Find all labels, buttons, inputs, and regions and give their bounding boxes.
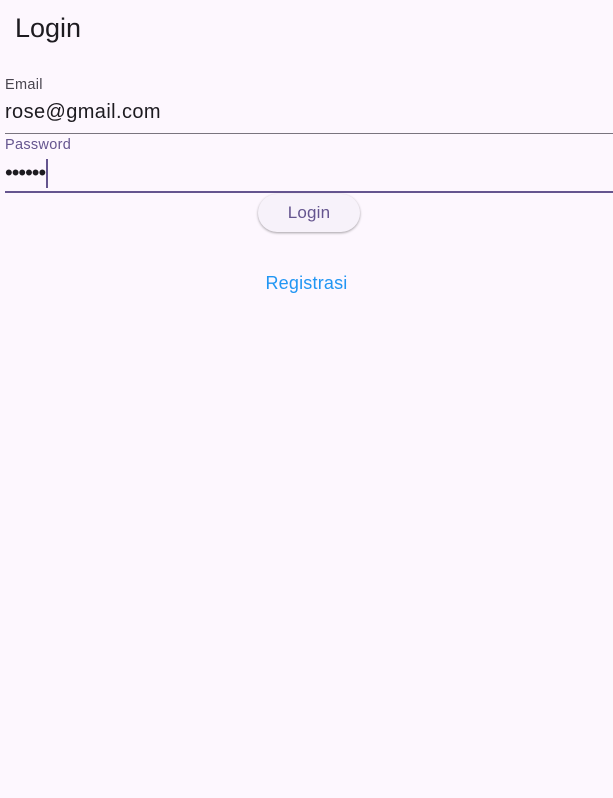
- email-label: Email: [5, 77, 43, 93]
- email-field[interactable]: Email rose@gmail.com: [5, 76, 613, 134]
- password-input[interactable]: ••••••: [5, 158, 49, 188]
- page-title: Login: [15, 13, 82, 43]
- password-label: Password: [5, 137, 72, 153]
- password-masked-value: ••••••: [5, 160, 46, 185]
- login-button[interactable]: Login: [258, 194, 360, 232]
- text-cursor: [46, 158, 49, 188]
- email-input-value[interactable]: rose@gmail.com: [5, 100, 161, 124]
- app-bar: Login: [0, 0, 613, 56]
- password-field[interactable]: Password ••••••: [5, 136, 613, 193]
- register-link[interactable]: Registrasi: [0, 272, 613, 294]
